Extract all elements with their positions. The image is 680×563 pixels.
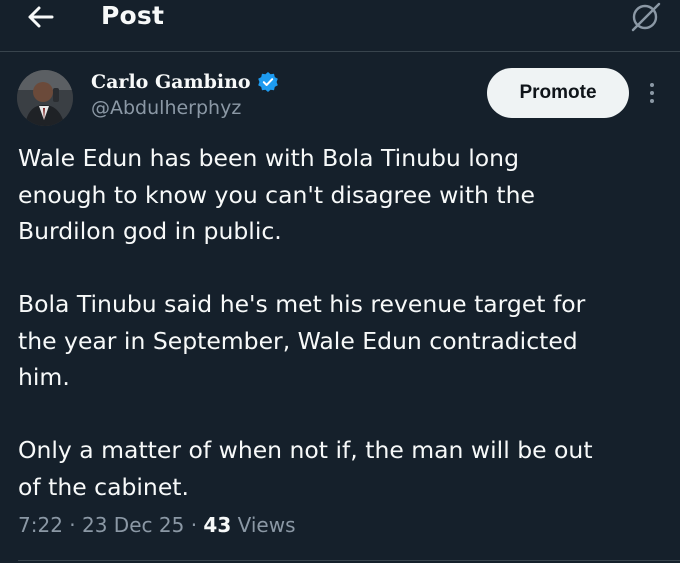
avatar[interactable] — [17, 70, 73, 126]
metadata-divider — [18, 560, 680, 561]
tweet-paragraph: Wale Edun has been with Bola Tinubu long… — [18, 144, 535, 245]
promote-button[interactable]: Promote — [487, 68, 629, 118]
back-button[interactable] — [22, 2, 58, 32]
views-count[interactable]: 43 — [203, 513, 231, 537]
post-time[interactable]: 7:22 — [18, 513, 63, 537]
user-handle[interactable]: @Abdulherphyz — [91, 97, 241, 119]
verified-badge-icon[interactable] — [257, 71, 279, 93]
post-screen: Post Carlo Gambino @Abdulherphyz Promote… — [0, 0, 680, 563]
more-vertical-icon — [643, 83, 661, 110]
more-options-button[interactable] — [643, 80, 661, 106]
views-label: Views — [237, 513, 296, 537]
header-divider — [0, 51, 680, 52]
page-title: Post — [101, 1, 165, 30]
grok-button[interactable] — [628, 0, 664, 34]
top-bar: Post — [0, 0, 680, 52]
post-date[interactable]: 23 Dec 25 — [82, 513, 184, 537]
display-name[interactable]: Carlo Gambino — [91, 71, 251, 93]
tweet-text: Wale Edun has been with Bola Tinubu long… — [18, 140, 668, 542]
grok-icon — [628, 2, 664, 38]
tweet-paragraph: Bola Tinubu said he's met his revenue ta… — [18, 290, 586, 391]
arrow-left-icon — [22, 2, 58, 32]
meta-separator: · — [69, 513, 76, 537]
meta-separator: · — [190, 513, 198, 537]
author-name-row: Carlo Gambino — [91, 68, 279, 96]
post-metadata: 7:22 · 23 Dec 25 · 43 Views — [18, 513, 296, 537]
tweet-paragraph: Only a matter of when not if, the man wi… — [18, 436, 593, 501]
